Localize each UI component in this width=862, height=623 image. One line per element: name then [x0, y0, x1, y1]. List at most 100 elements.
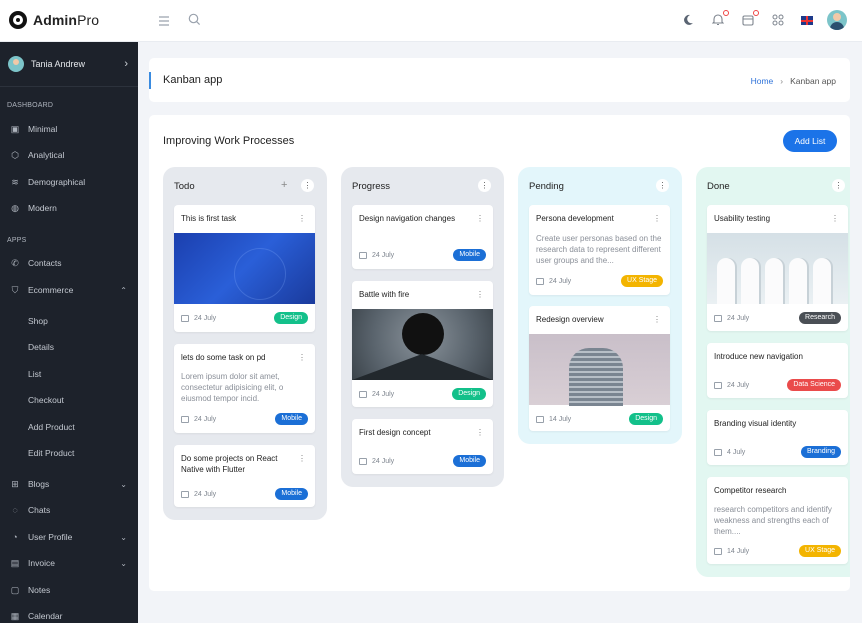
sidebar-item-user-profile[interactable]: ◔ User Profile ⌄ — [0, 527, 138, 547]
calendar-icon — [714, 449, 722, 456]
sidebar-item-blogs[interactable]: ⊞ Blogs ⌄ — [0, 474, 138, 494]
chevron-right-icon: › — [124, 58, 128, 70]
kebab-icon[interactable]: ⋮ — [656, 179, 669, 192]
breadcrumb-current: Kanban app — [790, 76, 836, 86]
kanban-card[interactable]: First design concept ⋮ 24 July Mobile — [352, 419, 493, 474]
sidebar-item-analytical[interactable]: ⬡ Analytical — [0, 145, 138, 165]
add-list-button[interactable]: Add List — [783, 130, 837, 152]
kebab-icon[interactable]: ⋮ — [476, 290, 484, 299]
chevron-down-icon: ⌄ — [120, 558, 127, 568]
kebab-icon[interactable]: ⋮ — [301, 179, 314, 192]
kebab-icon[interactable]: ⋮ — [476, 214, 484, 223]
sidebar-item-add-product[interactable]: Add Product — [0, 417, 138, 437]
sidebar-item-edit-product[interactable]: Edit Product — [0, 443, 138, 463]
blocks-icon: ⊞ — [11, 478, 19, 489]
uk-flag-icon[interactable] — [801, 16, 813, 25]
menu-icon[interactable] — [156, 13, 172, 29]
card-title: Do some projects on React Native with Fl… — [181, 454, 278, 474]
sidebar-item-checkout[interactable]: Checkout — [0, 390, 138, 410]
sidebar-item-calendar[interactable]: ▦ Calendar — [0, 606, 138, 623]
kanban-card[interactable]: Competitor research research competitors… — [707, 477, 848, 564]
breadcrumb: Home › Kanban app — [751, 76, 836, 86]
moon-icon[interactable] — [680, 13, 696, 29]
kanban-card[interactable]: Design navigation changes ⋮ 24 July Mobi… — [352, 205, 493, 269]
sidebar-item-chats[interactable]: ◌ Chats — [0, 500, 138, 520]
kebab-icon[interactable]: ⋮ — [831, 214, 839, 223]
calendar-icon — [359, 252, 367, 259]
kanban-card[interactable]: Usability testing ⋮ 24 July Research — [707, 205, 848, 331]
apps-icon[interactable] — [770, 13, 786, 29]
sidebar: Tania Andrew › DASHBOARD ▣ Minimal ⬡ Ana… — [0, 42, 138, 623]
column-title: Progress — [352, 181, 391, 192]
kanban-card[interactable]: lets do some task on pd ⋮ Lorem ipsum do… — [174, 344, 315, 433]
sidebar-item-label: Modern — [28, 203, 57, 213]
sidebar-item-invoice[interactable]: ▤ Invoice ⌄ — [0, 553, 138, 573]
column-todo: Todo + ⋮ This is first task ⋮ 24 July De… — [163, 167, 327, 520]
sidebar-item-contacts[interactable]: ✆ Contacts — [0, 253, 138, 273]
calendar-icon — [181, 491, 189, 498]
kebab-icon[interactable]: ⋮ — [298, 214, 306, 223]
sidebar-item-minimal[interactable]: ▣ Minimal — [0, 119, 138, 139]
search-icon[interactable] — [186, 13, 202, 29]
notes-icon: ▢ — [10, 584, 20, 595]
card-date: 24 July — [714, 315, 749, 322]
avatar-icon[interactable] — [827, 10, 847, 30]
arch-shape — [813, 258, 831, 304]
kanban-card[interactable]: Do some projects on React Native with Fl… — [174, 445, 315, 507]
column-pending: Pending ⋮ Persona development ⋮ Create u… — [518, 167, 682, 444]
kebab-icon[interactable]: ⋮ — [832, 179, 845, 192]
card-badge: Research — [799, 312, 841, 324]
card-date: 24 July — [359, 391, 394, 398]
add-card-icon[interactable]: + — [281, 179, 287, 191]
kebab-icon[interactable]: ⋮ — [653, 214, 661, 223]
card-date: 24 July — [181, 491, 216, 498]
card-date: 24 July — [181, 416, 216, 423]
kanban-card[interactable]: Redesign overview ⋮ 14 July Design — [529, 306, 670, 431]
sidebar-user[interactable]: Tania Andrew › — [0, 42, 138, 87]
kanban-card[interactable]: Persona development ⋮ Create user person… — [529, 205, 670, 295]
card-title: This is first task — [181, 214, 237, 223]
sidebar-item-list[interactable]: List — [0, 364, 138, 384]
shield-icon: ⬡ — [11, 149, 19, 160]
kebab-icon[interactable]: ⋮ — [476, 428, 484, 437]
kebab-icon[interactable]: ⋮ — [478, 179, 491, 192]
calendar-icon: ▦ — [10, 610, 20, 621]
card-description: Lorem ipsum dolor sit amet, consectetur … — [181, 372, 284, 403]
card-badge: Mobile — [453, 455, 486, 467]
kanban-card[interactable]: Branding visual identity 4 July Branding — [707, 410, 848, 465]
calendar-icon — [536, 278, 544, 285]
column-title: Todo — [174, 181, 195, 192]
calendar-icon — [714, 315, 722, 322]
card-title: First design concept — [359, 428, 431, 437]
kanban-card[interactable]: Introduce new navigation 24 July Data Sc… — [707, 343, 848, 398]
sidebar-item-modern[interactable]: ◍ Modern — [0, 198, 138, 218]
sidebar-item-ecommerce[interactable]: ⛉ Ecommerce ⌃ — [0, 280, 138, 300]
sidebar-item-notes[interactable]: ▢ Notes — [0, 580, 138, 600]
sidebar-item-label: Checkout — [28, 395, 64, 405]
logo[interactable]: AdminPro — [9, 11, 99, 29]
cart-icon: ⛉ — [11, 284, 19, 295]
card-date: 24 July — [536, 278, 571, 285]
card-image — [529, 334, 670, 406]
sidebar-item-details[interactable]: Details — [0, 337, 138, 357]
logo-icon — [9, 11, 27, 29]
sidebar-item-label: Edit Product — [28, 448, 75, 458]
column-progress: Progress ⋮ Design navigation changes ⋮ 2… — [341, 167, 504, 487]
kebab-icon[interactable]: ⋮ — [298, 353, 306, 362]
breadcrumb-home-link[interactable]: Home — [751, 76, 774, 86]
bell-icon[interactable] — [710, 10, 729, 29]
card-title: Branding visual identity — [714, 419, 797, 428]
card-image — [707, 233, 848, 304]
sidebar-item-label: Details — [28, 342, 54, 352]
calendar-icon[interactable] — [740, 10, 759, 29]
page-header: Kanban app Home › Kanban app — [149, 58, 850, 102]
notification-dot-icon — [753, 10, 759, 16]
kanban-card[interactable]: This is first task ⋮ 24 July Design — [174, 205, 315, 332]
kebab-icon[interactable]: ⋮ — [298, 454, 306, 463]
sidebar-item-label: Contacts — [28, 258, 62, 268]
sidebar-item-demographical[interactable]: ≋ Demographical — [0, 172, 138, 192]
kanban-card[interactable]: Battle with fire ⋮ 24 July Design — [352, 281, 493, 407]
sidebar-item-shop[interactable]: Shop — [0, 311, 138, 331]
section-apps: APPS — [7, 237, 27, 244]
kebab-icon[interactable]: ⋮ — [653, 315, 661, 324]
